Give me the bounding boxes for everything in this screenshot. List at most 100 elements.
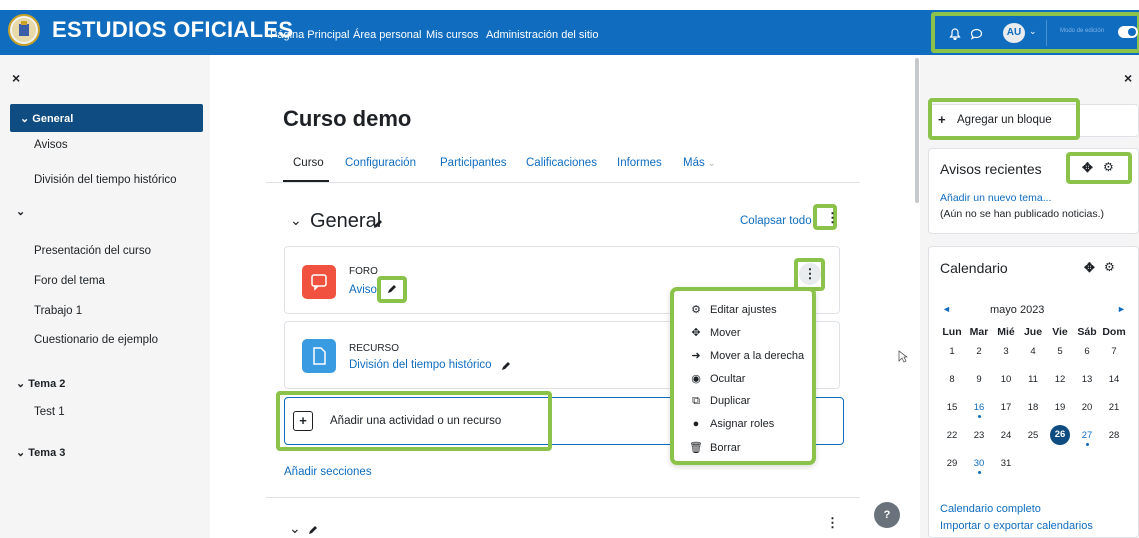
edit-mode-toggle[interactable]	[1118, 26, 1138, 38]
tab-course[interactable]: Curso	[293, 157, 324, 169]
calendar-day[interactable]: 14	[1102, 372, 1126, 387]
tab-more-label: Más	[683, 157, 705, 169]
calendar-day[interactable]: 22	[940, 428, 964, 443]
help-button[interactable]: ?	[874, 502, 900, 528]
add-block-button[interactable]: Agregar un bloque	[957, 114, 1052, 126]
calendar-day[interactable]: 5	[1048, 344, 1072, 359]
next-month-icon[interactable]: ►	[1117, 304, 1126, 314]
calendar-day[interactable]: 24	[994, 428, 1018, 443]
calendar-day[interactable]: 29	[940, 456, 964, 471]
course-index-item[interactable]: Test 1	[34, 406, 65, 418]
calendar-day[interactable]: 9	[967, 372, 991, 387]
activity-menu-icon[interactable]: ⋮	[799, 263, 821, 285]
close-drawer-icon[interactable]: ×	[12, 70, 20, 86]
pencil-icon[interactable]	[372, 218, 384, 230]
chevron-down-icon[interactable]: ⌄	[290, 212, 302, 229]
menu-item-move-right[interactable]: ➜ Mover a la derecha	[688, 349, 804, 362]
full-calendar-link[interactable]: Calendario completo	[940, 503, 1041, 515]
course-index-item[interactable]: Cuestionario de ejemplo	[34, 334, 158, 346]
activity-link[interactable]: División del tiempo histórico	[349, 359, 492, 371]
active-tab-indicator	[283, 180, 329, 182]
gear-icon[interactable]: ⚙	[1104, 260, 1115, 274]
course-index-item[interactable]: Foro del tema	[34, 275, 105, 287]
course-index-item[interactable]: División del tiempo histórico	[34, 174, 177, 186]
calendar-day[interactable]: 19	[1048, 400, 1072, 415]
calendar-day[interactable]: 3	[994, 344, 1018, 359]
course-index-section-tema3[interactable]: ⌄ Tema 3	[16, 446, 65, 459]
calendar-day[interactable]: 28	[1102, 428, 1126, 443]
move-icon[interactable]: ✥	[1082, 160, 1093, 176]
calendar-day[interactable]: 2	[967, 344, 991, 359]
calendar-day[interactable]: 25	[1021, 428, 1045, 443]
menu-item-delete[interactable]: 🗑 Borrar	[688, 441, 741, 454]
close-drawer-icon[interactable]: ×	[1124, 70, 1132, 86]
university-logo[interactable]	[8, 14, 40, 46]
calendar-day[interactable]: 26	[1050, 425, 1070, 445]
calendar-day[interactable]: 15	[940, 400, 964, 415]
tab-settings[interactable]: Configuración	[345, 157, 416, 169]
calendar-day[interactable]: 13	[1075, 372, 1099, 387]
calendar-day[interactable]: 30	[967, 456, 991, 474]
tab-reports[interactable]: Informes	[617, 157, 662, 169]
course-index-section-general[interactable]: ⌄ General	[10, 104, 203, 132]
calendar-day[interactable]: 10	[994, 372, 1018, 387]
tab-participants[interactable]: Participantes	[440, 157, 506, 169]
section-menu-icon[interactable]: ⋮	[826, 515, 839, 531]
menu-item-label: Editar ajustes	[710, 304, 777, 316]
calendar-day[interactable]: 6	[1075, 344, 1099, 359]
tab-more[interactable]: Más ⌄	[683, 157, 715, 169]
course-index-item[interactable]: Trabajo 1	[34, 305, 82, 317]
add-sections-link[interactable]: Añadir secciones	[284, 466, 372, 478]
calendar-day[interactable]: 16	[967, 400, 991, 418]
calendar-day[interactable]: 23	[967, 428, 991, 443]
menu-item-assign-roles[interactable]: ● Asignar roles	[688, 418, 775, 430]
messages-icon[interactable]	[970, 28, 983, 40]
calendar-day[interactable]: 31	[994, 456, 1018, 471]
calendar-day[interactable]: 12	[1048, 372, 1072, 387]
pencil-icon[interactable]	[386, 283, 398, 295]
menu-item-move[interactable]: ✥ Mover	[688, 326, 740, 339]
nav-link-site-admin[interactable]: Administración del sitio	[486, 29, 599, 41]
calendar-day[interactable]: 18	[1021, 400, 1045, 415]
forum-icon	[302, 265, 336, 299]
course-index-item[interactable]: Presentación del curso	[34, 245, 151, 257]
site-brand[interactable]: ESTUDIOS OFICIALES	[52, 17, 293, 43]
scrollbar[interactable]	[915, 58, 919, 203]
calendar-day[interactable]: 17	[994, 400, 1018, 415]
chevron-down-icon[interactable]: ⌄	[289, 520, 301, 537]
chevron-down-icon[interactable]: ⌄	[16, 205, 25, 218]
prev-month-icon[interactable]: ◄	[942, 304, 951, 314]
nav-link-home[interactable]: Página Principal	[270, 29, 350, 41]
menu-item-duplicate[interactable]: ⧉ Duplicar	[688, 395, 750, 408]
page-title: Curso demo	[283, 106, 412, 131]
calendar-day[interactable]: 1	[940, 344, 964, 359]
calendar-day[interactable]: 20	[1075, 400, 1099, 415]
calendar-day[interactable]: 7	[1102, 344, 1126, 359]
menu-item-hide[interactable]: ◉ Ocultar	[688, 372, 745, 385]
chevron-down-icon[interactable]: ⌄	[1029, 26, 1037, 37]
calendar-day[interactable]: 8	[940, 372, 964, 387]
calendar-day[interactable]: 4	[1021, 344, 1045, 359]
pencil-icon[interactable]	[307, 524, 319, 536]
course-index-section-tema2[interactable]: ⌄ Tema 2	[16, 377, 65, 390]
calendar-day[interactable]: 21	[1102, 400, 1126, 415]
calendar-day[interactable]: 11	[1021, 372, 1045, 387]
add-activity-button[interactable]: Añadir una actividad o un recurso	[330, 415, 501, 427]
section-menu-icon[interactable]: ⋮	[826, 210, 839, 226]
pencil-icon[interactable]	[500, 360, 512, 372]
nav-link-my-courses[interactable]: Mis cursos	[426, 29, 479, 41]
collapse-all-link[interactable]: Colapsar todo	[740, 215, 812, 227]
user-avatar[interactable]: AU	[1003, 23, 1025, 43]
menu-item-edit-settings[interactable]: ⚙ Editar ajustes	[688, 303, 777, 316]
calendar-day[interactable]: 27	[1075, 428, 1099, 446]
add-news-link[interactable]: Añadir un nuevo tema...	[940, 192, 1052, 204]
tab-grades[interactable]: Calificaciones	[526, 157, 597, 169]
add-icon[interactable]: +	[293, 411, 313, 431]
gear-icon[interactable]: ⚙	[1103, 160, 1114, 174]
move-icon[interactable]: ✥	[1084, 260, 1095, 276]
nav-link-dashboard[interactable]: Área personal	[353, 29, 422, 41]
bell-icon[interactable]	[949, 28, 961, 40]
chevron-down-icon[interactable]: ⌄	[20, 113, 32, 125]
course-index-item[interactable]: Avisos	[34, 139, 68, 151]
import-export-link[interactable]: Importar o exportar calendarios	[940, 520, 1093, 532]
